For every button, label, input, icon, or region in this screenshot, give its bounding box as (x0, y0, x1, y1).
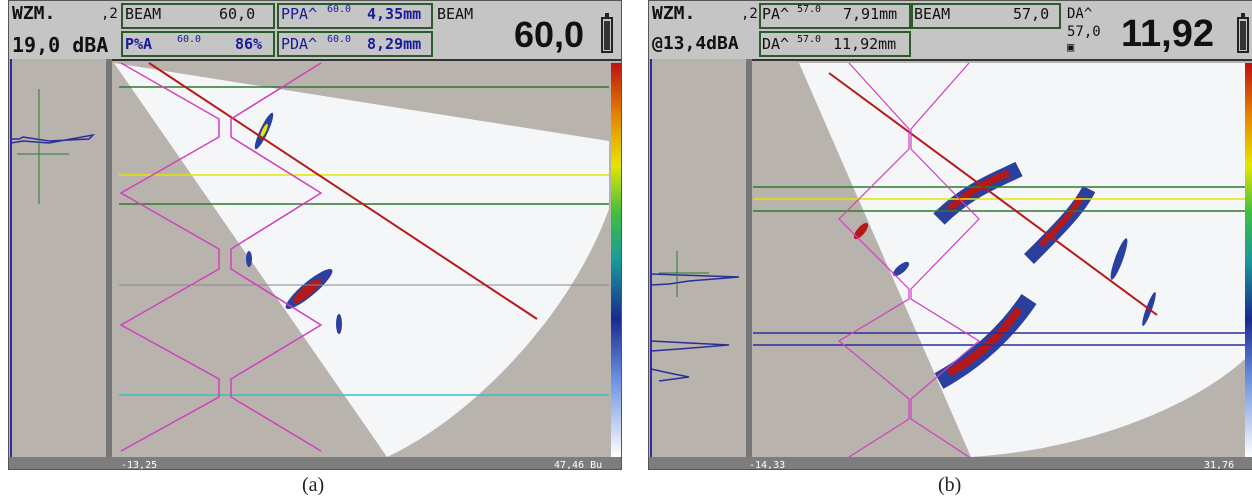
color-palette-bar (1245, 63, 1252, 457)
ppa-value: 4,35mm (367, 5, 422, 23)
x-axis-end: 47,46 Bu (554, 460, 602, 470)
ppa-label: PPA^ (281, 5, 318, 23)
caption-a: (a) (302, 474, 325, 496)
battery-icon (1237, 13, 1249, 53)
pa-value: 7,91mm (843, 5, 898, 23)
battery-icon (601, 13, 613, 53)
pda-label: PDA^ (281, 35, 318, 53)
readout-header-b: WZM. ,2 @13,4dBA PA^ 57.0 7,91mm DA^ 57.… (649, 1, 1252, 61)
x-axis-start: -14,33 (749, 460, 785, 470)
pct-label: P%A (125, 35, 153, 53)
sector-fan (799, 63, 1252, 457)
da-label: DA^ (762, 35, 790, 53)
pa-angle: 57.0 (797, 4, 822, 15)
x-axis-end: 31,76 (1204, 460, 1234, 470)
pct-angle: 60.0 (177, 34, 202, 45)
save-disk-icon[interactable]: ▣ (1067, 41, 1074, 53)
da-angle: 57.0 (797, 34, 822, 45)
right-label: BEAM (437, 5, 474, 23)
gain-step: ,2 (101, 6, 118, 22)
sector-fan (114, 63, 609, 457)
mode-label: WZM. (652, 3, 696, 24)
gain-readout: 19,0 dBA (12, 33, 109, 57)
ascan-strip (649, 59, 749, 457)
pa-label: PA^ (762, 5, 790, 23)
beam-label: BEAM (125, 5, 162, 23)
da-value: 11,92mm (833, 35, 897, 53)
ascan-strip (9, 59, 109, 457)
scan-panel-b: WZM. ,2 @13,4dBA PA^ 57.0 7,91mm DA^ 57.… (648, 0, 1252, 470)
right-label: DA^ (1067, 6, 1093, 22)
pda-value: 8,29mm (367, 35, 422, 53)
scan-panel-a: WZM. ,2 19,0 dBA BEAM 60,0 P%A 60.0 86% … (8, 0, 622, 470)
x-axis-ruler (9, 457, 621, 469)
pct-value: 86% (235, 35, 263, 53)
color-palette-bar (611, 63, 621, 457)
sector-scan-b[interactable]: -14,33 31,76 (649, 59, 1252, 470)
pda-angle: 60.0 (327, 34, 352, 45)
caption-b: (b) (938, 474, 962, 496)
beam-value: 57,0 (1013, 5, 1050, 23)
sector-scan-a[interactable]: -13,25 47,46 Bu (9, 59, 622, 470)
big-readout: 60,0 (514, 14, 585, 55)
beam-label: BEAM (914, 5, 951, 23)
gain-step: ,2 (741, 6, 758, 22)
ppa-angle: 60.0 (327, 4, 352, 15)
readout-header-a: WZM. ,2 19,0 dBA BEAM 60,0 P%A 60.0 86% … (9, 1, 621, 61)
right-angle: 57,0 (1067, 24, 1101, 40)
x-axis-ruler (649, 457, 1252, 469)
gain-readout: @13,4dBA (652, 33, 739, 54)
beam-value: 60,0 (219, 5, 256, 23)
x-axis-start: -13,25 (121, 460, 157, 470)
mode-label: WZM. (12, 3, 56, 24)
big-readout: 11,92 (1121, 13, 1214, 55)
